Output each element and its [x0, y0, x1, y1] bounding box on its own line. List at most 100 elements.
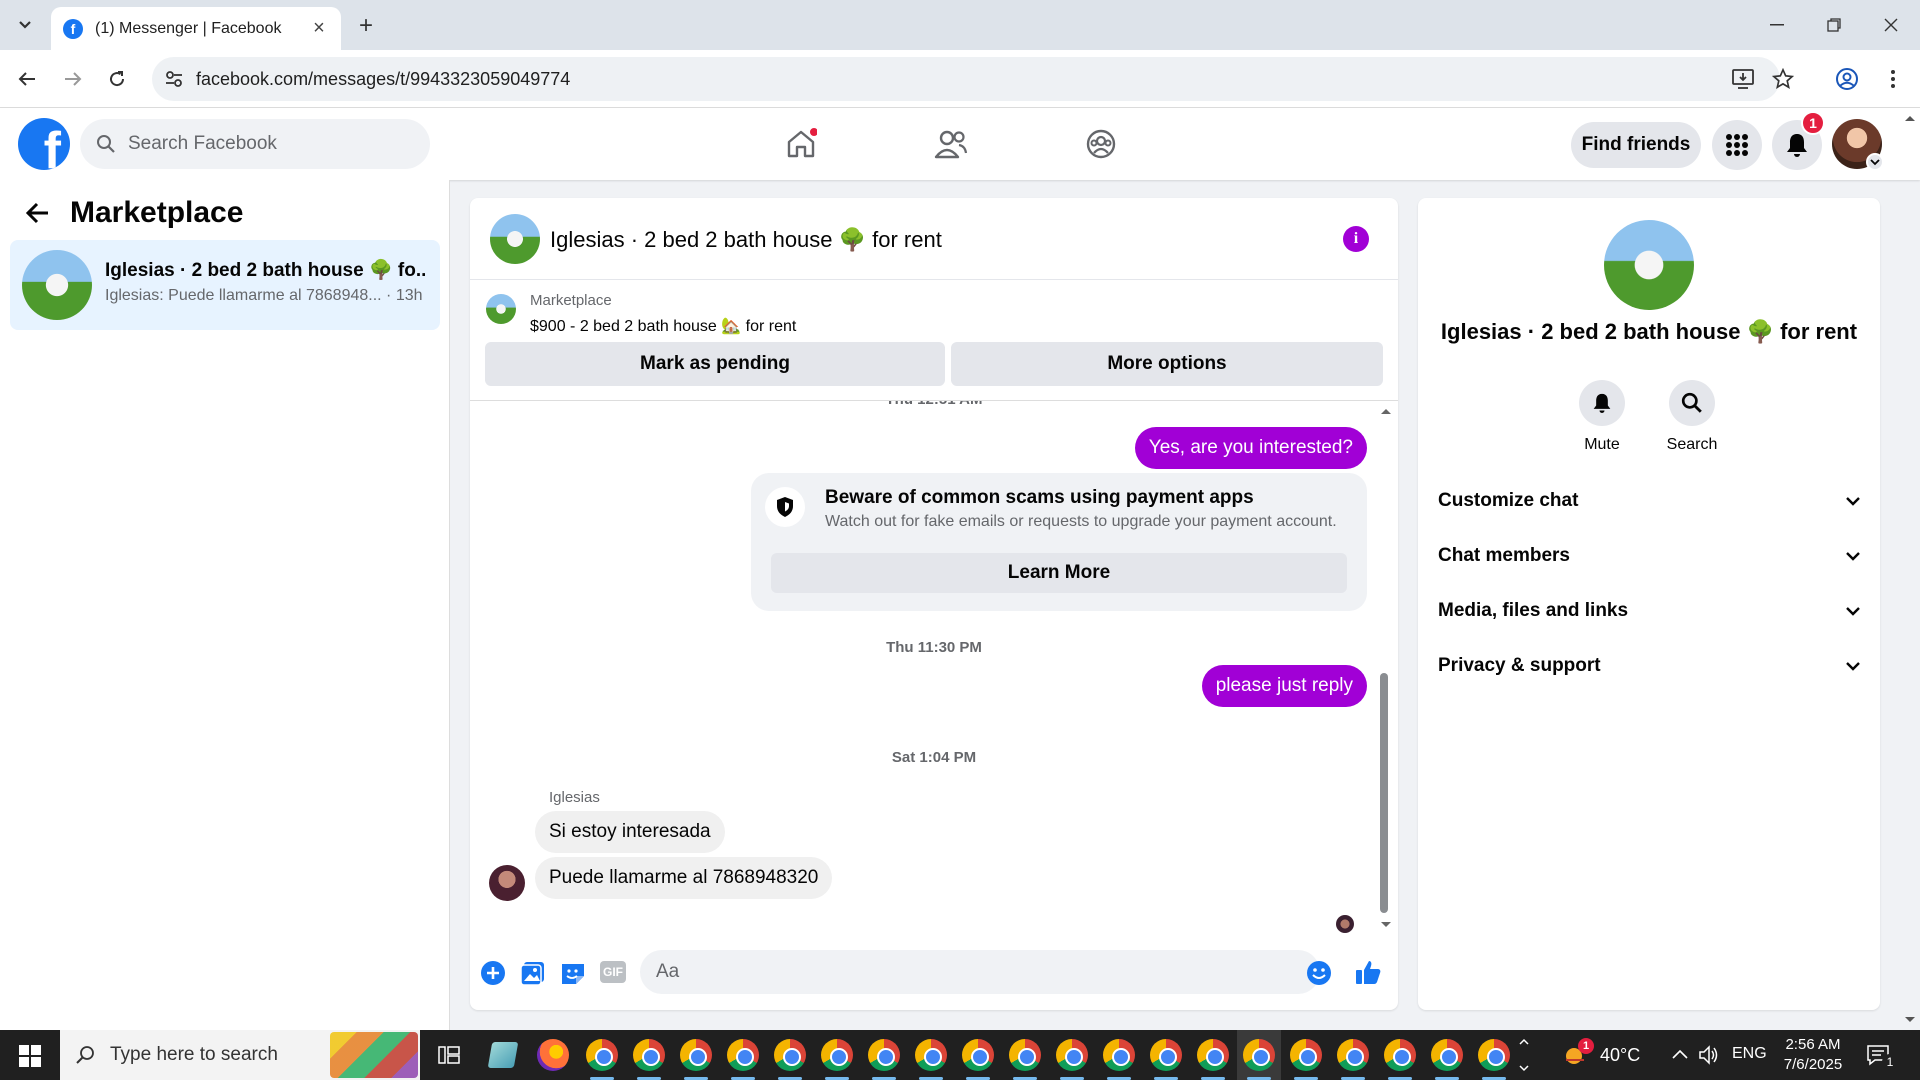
chrome-icon[interactable]	[633, 1039, 665, 1080]
chrome-icon[interactable]	[680, 1039, 712, 1080]
volume-icon[interactable]	[1698, 1044, 1720, 1066]
sent-message[interactable]: please just reply	[1201, 665, 1367, 707]
time: 2:56 AM	[1785, 1036, 1841, 1053]
friends-nav-button[interactable]	[896, 116, 1006, 172]
media-files-links-section[interactable]: Media, files and links	[1438, 589, 1860, 633]
chrome-icon[interactable]	[1337, 1039, 1369, 1080]
chrome-icon[interactable]	[727, 1039, 759, 1080]
date: 7/6/2025	[1783, 1056, 1843, 1073]
task-view-icon[interactable]	[438, 1044, 460, 1066]
install-app-icon[interactable]	[1732, 69, 1754, 89]
site-settings-icon[interactable]	[164, 69, 184, 89]
sender-name: Iglesias	[549, 789, 600, 806]
firefox-icon[interactable]	[537, 1039, 569, 1071]
sticker-icon[interactable]	[560, 960, 586, 986]
profile-button[interactable]	[1830, 62, 1864, 96]
learn-more-button[interactable]: Learn More	[771, 553, 1347, 593]
chrome-icon[interactable]	[915, 1039, 947, 1080]
scroll-up-icon[interactable]	[1380, 407, 1392, 415]
privacy-support-section[interactable]: Privacy & support	[1438, 644, 1860, 688]
chrome-icon[interactable]	[1056, 1039, 1088, 1080]
bookmark-star-icon[interactable]	[1772, 68, 1794, 90]
listing-photo[interactable]	[1604, 220, 1694, 310]
restore-button[interactable]	[1805, 0, 1863, 50]
reload-button[interactable]	[100, 62, 134, 96]
chrome-icon[interactable]	[774, 1039, 806, 1080]
mute-button[interactable]: Mute	[1562, 380, 1642, 454]
address-bar[interactable]: facebook.com/messages/t/9943323059049774	[152, 57, 1794, 101]
page-scrollbar[interactable]	[1900, 108, 1920, 1030]
chrome-icon[interactable]	[1197, 1039, 1229, 1080]
emoji-icon[interactable]	[1306, 960, 1332, 986]
chat-avatar[interactable]	[490, 214, 540, 264]
groups-nav-button[interactable]	[1046, 116, 1156, 172]
chrome-icon[interactable]	[1150, 1039, 1182, 1080]
new-tab-button[interactable]: +	[352, 12, 380, 40]
plus-circle-icon[interactable]	[480, 960, 506, 986]
url-text[interactable]: facebook.com/messages/t/9943323059049774	[196, 69, 570, 90]
minimize-button[interactable]	[1748, 0, 1806, 50]
sender-avatar[interactable]	[489, 865, 525, 901]
account-chevron-icon[interactable]	[1866, 153, 1884, 171]
chevron-up-icon[interactable]	[1672, 1049, 1688, 1059]
home-nav-button[interactable]	[746, 116, 856, 172]
tab-title: (1) Messenger | Facebook	[95, 19, 282, 37]
scroll-up-icon[interactable]	[1904, 114, 1916, 122]
app-icon[interactable]	[487, 1042, 519, 1068]
back-arrow-icon[interactable]	[26, 202, 50, 224]
listing-price[interactable]: $900 - 2 bed 2 bath house 🏡 for rent	[530, 316, 796, 336]
forward-button[interactable]	[56, 62, 90, 96]
close-window-button[interactable]	[1862, 0, 1920, 50]
facebook-search-input[interactable]: Search Facebook	[80, 119, 430, 169]
chrome-icon[interactable]	[868, 1039, 900, 1080]
chrome-icon[interactable]	[1103, 1039, 1135, 1080]
scroll-down-icon[interactable]	[1904, 1016, 1916, 1024]
browser-tab[interactable]: f (1) Messenger | Facebook ×	[51, 7, 341, 50]
info-panel-title: Iglesias · 2 bed 2 bath house 🌳 for rent	[1440, 319, 1858, 344]
chrome-icon[interactable]	[1478, 1039, 1510, 1080]
menu-button[interactable]	[1712, 120, 1762, 170]
temperature[interactable]: 40°C	[1600, 1045, 1640, 1066]
clock[interactable]: 2:56 AM 7/6/2025	[1778, 1035, 1848, 1075]
chrome-icon[interactable]	[1384, 1039, 1416, 1080]
message-scrollbar-thumb[interactable]	[1380, 673, 1388, 913]
scroll-down-icon[interactable]	[1380, 921, 1392, 929]
windows-start-icon[interactable]	[19, 1045, 41, 1067]
taskbar-scroll-icon[interactable]	[1518, 1036, 1530, 1074]
chat-members-section[interactable]: Chat members	[1438, 534, 1860, 578]
chevron-down-icon	[1846, 661, 1860, 671]
info-icon[interactable]: i	[1343, 226, 1369, 252]
back-button[interactable]	[10, 62, 44, 96]
chrome-icon[interactable]	[1009, 1039, 1041, 1080]
chrome-icon[interactable]	[1290, 1039, 1322, 1080]
taskbar-search-box[interactable]: Type here to search	[60, 1030, 420, 1080]
language-indicator[interactable]: ENG	[1732, 1045, 1767, 1063]
find-friends-button[interactable]: Find friends	[1571, 122, 1701, 168]
more-options-button[interactable]: More options	[951, 342, 1383, 386]
conversation-list-item[interactable]: Iglesias · 2 bed 2 bath house 🌳 fo... Ig…	[10, 240, 440, 330]
shield-icon	[765, 487, 805, 527]
message-input[interactable]: Aa	[640, 950, 1320, 994]
gif-icon[interactable]: GIF	[600, 961, 626, 983]
chat-title[interactable]: Iglesias · 2 bed 2 bath house 🌳 for rent	[550, 227, 942, 253]
chrome-icon[interactable]	[962, 1039, 994, 1080]
tab-list-button[interactable]	[12, 12, 38, 38]
chrome-icon[interactable]	[821, 1039, 853, 1080]
search-icon	[97, 135, 115, 153]
received-message[interactable]: Si estoy interesada	[535, 811, 725, 853]
chrome-icon[interactable]	[586, 1039, 618, 1080]
thumbs-up-icon[interactable]	[1354, 958, 1382, 986]
conversation-sidebar: Marketplace Iglesias · 2 bed 2 bath hous…	[0, 180, 450, 1030]
search-in-conversation-button[interactable]: Search	[1652, 380, 1732, 454]
facebook-logo-icon[interactable]: f	[18, 118, 70, 170]
customize-chat-section[interactable]: Customize chat	[1438, 479, 1860, 523]
photo-icon[interactable]	[520, 960, 546, 986]
mark-as-pending-button[interactable]: Mark as pending	[485, 342, 945, 386]
close-tab-icon[interactable]: ×	[309, 17, 329, 40]
sent-message[interactable]: Yes, are you interested?	[1134, 427, 1367, 469]
received-message[interactable]: Puede llamarme al 7868948320	[535, 857, 833, 899]
chrome-icon[interactable]	[1431, 1039, 1463, 1080]
chrome-icon[interactable]	[1243, 1039, 1275, 1080]
kebab-menu-icon	[1891, 70, 1895, 88]
chrome-menu-button[interactable]	[1876, 62, 1910, 96]
